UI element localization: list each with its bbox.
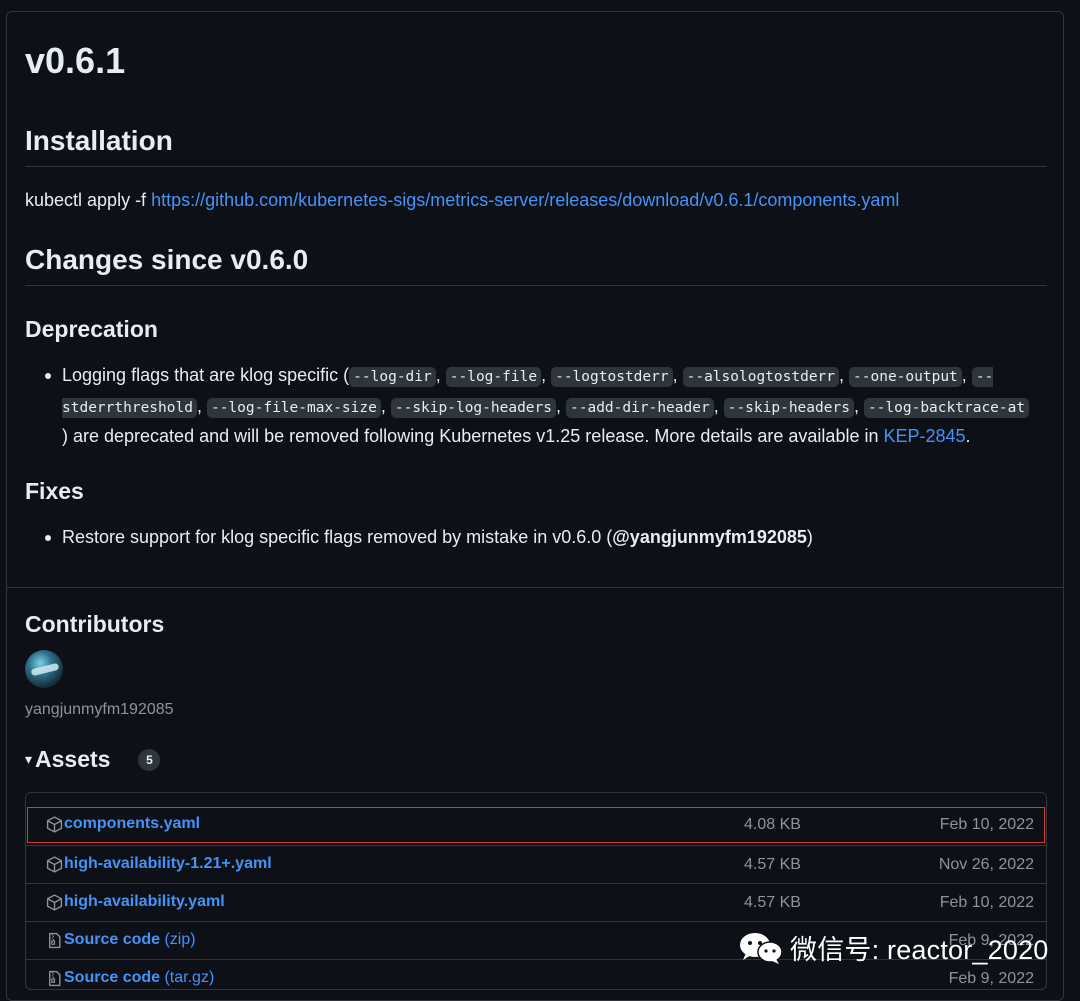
asset-name[interactable]: high-availability.yaml [64,893,225,911]
fixes-item: Restore support for klog specific flags … [43,523,1033,552]
file-zip-icon [49,970,61,987]
assets-count-badge: 5 [138,748,161,771]
deprecation-list: Logging flags that are klog specific (--… [43,361,1033,451]
contributor-name[interactable]: yangjunmyfm192085 [25,701,174,719]
flag-code: --one-output [849,367,962,387]
fixes-text: Restore support for klog specific flags … [62,527,613,547]
flag-code: --log-file-max-size [206,397,381,418]
release-card: v0.6.1 Installation kubectl apply -f htt… [6,11,1064,1001]
install-command: kubectl apply -f https://github.com/kube… [25,190,899,211]
assets-heading: Assets [35,746,111,772]
asset-size: 4.57 KB [744,894,801,911]
package-icon [46,856,63,873]
install-command-text: kubectl apply -f [25,190,147,210]
contributors-heading: Contributors [25,611,165,637]
flag-code: --alsologtostderr [682,367,840,387]
flag-code: --log-file [445,367,542,387]
deprecation-item: Logging flags that are klog specific (--… [43,361,1033,451]
wechat-watermark: 微信号: reactor_2020 [738,928,1049,967]
asset-date: Nov 26, 2022 [938,856,1034,873]
release-notes: v0.6.1 Installation kubectl apply -f htt… [7,12,1063,588]
assets-toggle[interactable]: ▾ Assets 5 [25,746,161,773]
user-mention[interactable]: @yangjunmyfm192085 [612,527,807,547]
asset-name-suffix: (zip) [160,931,196,948]
asset-name-text: components.yaml [64,815,201,832]
fixes-heading: Fixes [25,478,84,504]
asset-name-text: Source code [64,931,161,948]
asset-name[interactable]: Source code (tar.gz) [64,969,214,987]
asset-row[interactable]: high-availability-1.21+.yaml 4.57 KB Nov… [26,845,1046,883]
asset-name[interactable]: Source code (zip) [64,931,196,949]
asset-name-text: high-availability.yaml [64,893,225,910]
kep-2845-link[interactable]: KEP-2845 [883,426,965,446]
flag-code: --log-dir [349,367,436,387]
asset-name-text: high-availability-1.21+.yaml [64,855,272,872]
installation-heading: Installation [25,125,173,156]
deprecation-heading: Deprecation [25,316,158,342]
asset-size: 4.57 KB [744,856,801,873]
asset-name[interactable]: high-availability-1.21+.yaml [64,855,272,873]
flag-code: --skip-headers [723,397,854,418]
file-zip-icon [49,932,61,949]
flag-code: --skip-log-headers [390,397,556,418]
asset-name-suffix: (tar.gz) [160,969,215,986]
wechat-icon [740,932,783,964]
flag-code: --logtostderr [551,367,673,387]
components-yaml-link[interactable]: https://github.com/kubernetes-sigs/metri… [151,190,899,210]
package-icon [46,894,63,911]
asset-date: Feb 9, 2022 [948,970,1034,987]
asset-date: Feb 10, 2022 [939,894,1034,911]
fixes-list: Restore support for klog specific flags … [43,523,1033,552]
asset-name[interactable]: components.yaml [64,815,200,833]
contributor-avatar[interactable] [25,650,63,688]
changes-heading-rule [25,285,1047,286]
section-divider [7,587,1063,588]
installation-heading-rule [25,166,1047,167]
asset-row[interactable]: high-availability.yaml 4.57 KB Feb 10, 2… [26,883,1046,921]
deprecation-end: . [965,426,971,446]
flag-code: --add-dir-header [566,397,714,418]
asset-name-text: Source code [64,969,161,986]
deprecation-text-after: ) are deprecated and will be removed fol… [62,426,879,446]
asset-date: Feb 10, 2022 [939,816,1034,833]
package-icon [46,816,63,833]
changes-heading: Changes since v0.6.0 [25,244,309,275]
watermark-text: 微信号: reactor_2020 [790,935,1049,965]
asset-row[interactable]: components.yaml 4.08 KB Feb 10, 2022 [26,806,1046,844]
asset-size: 4.08 KB [744,816,801,833]
flag-code: --log-backtrace-at [863,397,1030,418]
fixes-end: ) [806,527,813,547]
triangle-down-icon: ▾ [25,751,33,767]
release-title: v0.6.1 [25,40,126,81]
deprecation-text-before: Logging flags that are klog specific ( [62,365,350,385]
